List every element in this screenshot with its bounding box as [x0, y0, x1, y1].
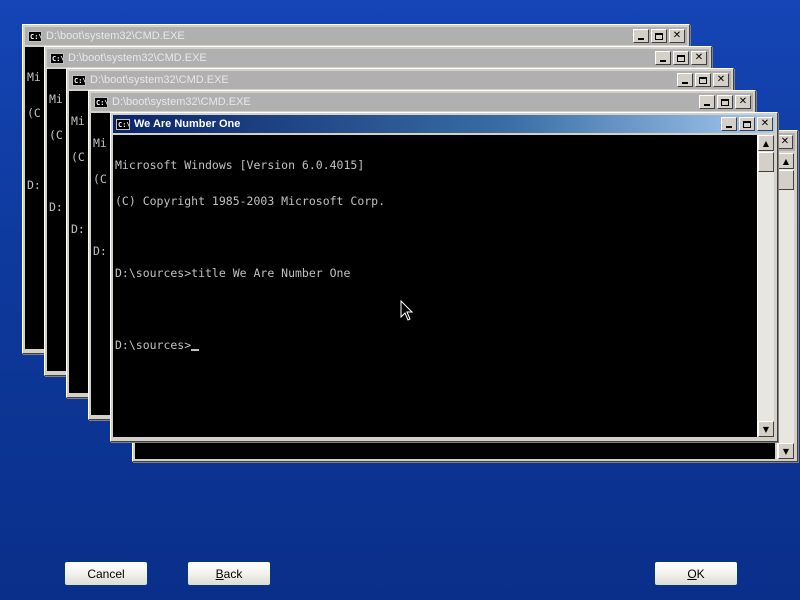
- scroll-thumb[interactable]: [778, 170, 794, 190]
- close-button[interactable]: ✕: [713, 73, 729, 87]
- back-label: ack: [223, 566, 243, 581]
- minimize-button[interactable]: [721, 117, 737, 131]
- back-button[interactable]: Back: [187, 561, 271, 586]
- prompt-line: D:\sources>: [113, 339, 757, 351]
- close-button[interactable]: ✕: [757, 117, 773, 131]
- scroll-up-button[interactable]: ▲: [778, 153, 794, 169]
- maximize-button[interactable]: [717, 95, 733, 109]
- cancel-label: Cancel: [87, 566, 125, 581]
- minimize-button[interactable]: [699, 95, 715, 109]
- maximize-button[interactable]: [673, 51, 689, 65]
- minimize-button[interactable]: [633, 29, 649, 43]
- window-title: We Are Number One: [134, 118, 241, 130]
- titlebar[interactable]: C:\ D:\boot\system32\CMD.EXE ✕: [25, 27, 687, 45]
- titlebar[interactable]: C:\ We Are Number One ✕: [113, 115, 775, 133]
- text-cursor: [191, 349, 200, 351]
- back-access-key: B: [215, 566, 224, 581]
- console-icon: C:\: [72, 74, 86, 86]
- maximize-button[interactable]: [695, 73, 711, 87]
- cmd-window-active[interactable]: C:\ We Are Number One ✕ Microsoft Window…: [110, 112, 778, 442]
- ok-button[interactable]: OK: [654, 561, 738, 586]
- close-button[interactable]: ✕: [735, 95, 751, 109]
- minimize-button[interactable]: [655, 51, 671, 65]
- vertical-scrollbar[interactable]: ▲ ▼: [777, 153, 794, 459]
- console-line: D:\sources>title We Are Number One: [115, 266, 351, 280]
- maximize-button[interactable]: [651, 29, 667, 43]
- console-line: (C) Copyright 1985-2003 Microsoft Corp.: [115, 194, 386, 208]
- console-icon: C:\: [50, 52, 64, 64]
- scroll-up-button[interactable]: ▲: [758, 135, 774, 151]
- minimize-button[interactable]: [677, 73, 693, 87]
- window-title: D:\boot\system32\CMD.EXE: [90, 74, 229, 86]
- scroll-thumb[interactable]: [758, 152, 774, 172]
- titlebar[interactable]: C:\ D:\boot\system32\CMD.EXE ✕: [91, 93, 753, 111]
- console-output[interactable]: Microsoft Windows [Version 6.0.4015] (C)…: [113, 135, 757, 437]
- arrow-cursor-icon: [400, 300, 414, 321]
- ok-access-key: O: [687, 566, 697, 581]
- ok-label: K: [696, 566, 705, 581]
- scroll-down-button[interactable]: ▼: [758, 421, 774, 437]
- titlebar[interactable]: C:\ D:\boot\system32\CMD.EXE ✕: [69, 71, 731, 89]
- console-line: Microsoft Windows [Version 6.0.4015]: [115, 158, 365, 172]
- close-button[interactable]: ✕: [669, 29, 685, 43]
- maximize-button[interactable]: [739, 117, 755, 131]
- cancel-button[interactable]: Cancel: [64, 561, 148, 586]
- close-button[interactable]: ✕: [777, 135, 793, 149]
- console-icon: C:\: [116, 118, 130, 130]
- window-title: D:\boot\system32\CMD.EXE: [112, 96, 251, 108]
- titlebar[interactable]: C:\ D:\boot\system32\CMD.EXE ✕: [47, 49, 709, 67]
- console-prompt: D:\sources>: [115, 338, 192, 352]
- vertical-scrollbar[interactable]: ▲ ▼: [757, 135, 774, 437]
- console-icon: C:\: [94, 96, 108, 108]
- window-title: D:\boot\system32\CMD.EXE: [46, 30, 185, 42]
- console-icon: C:\: [28, 30, 42, 42]
- close-button[interactable]: ✕: [691, 51, 707, 65]
- scroll-down-button[interactable]: ▼: [778, 443, 794, 459]
- window-title: D:\boot\system32\CMD.EXE: [68, 52, 207, 64]
